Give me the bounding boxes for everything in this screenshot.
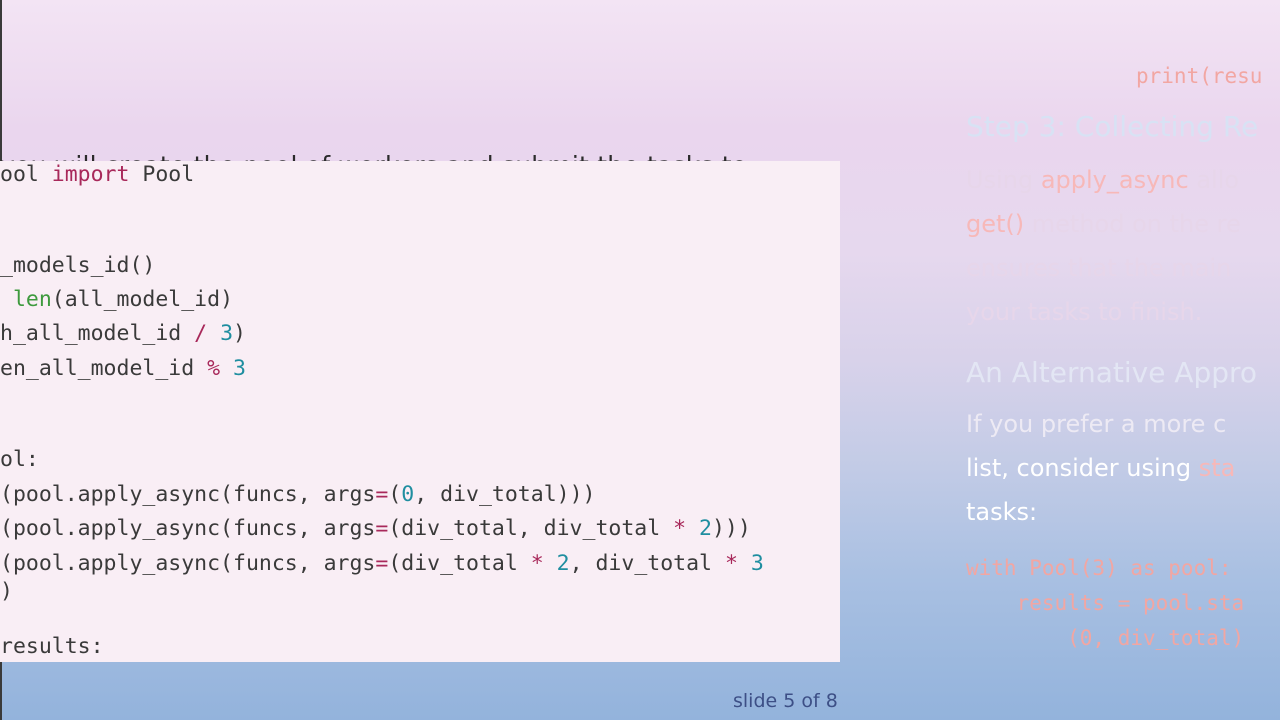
code-token: (div_total — [388, 551, 531, 576]
code-token: ) — [0, 579, 13, 604]
code-number: 2 — [699, 516, 712, 541]
code-number: 2 — [556, 551, 570, 576]
ghost-accent: sta — [1198, 454, 1236, 482]
code-number: 3 — [233, 356, 246, 381]
code-operator: = — [375, 551, 389, 576]
code-line: _models_id() — [0, 250, 155, 282]
ghost-heading-2: An Alternative Appro — [966, 356, 1258, 389]
ghost-text: list, consider using — [966, 454, 1199, 482]
ghost-body-line: ensures that the main — [966, 254, 1232, 282]
code-operator: * — [673, 516, 687, 541]
ghost-body-line: get() method on the re — [966, 210, 1241, 238]
code-token: h_all_model_id — [0, 321, 195, 346]
code-line: ool import Pool — [0, 161, 194, 191]
ghost-heading: Step 3: Collecting Re — [966, 110, 1259, 143]
code-keyword: import — [51, 162, 130, 187]
code-line: en_all_model_id % 3 — [0, 353, 246, 385]
code-token: ool — [0, 162, 52, 187]
code-token: ))) — [711, 516, 751, 541]
ghost-text: allo — [1188, 166, 1240, 194]
ghost-text: Using — [966, 166, 1041, 194]
ghost-body-line: list, consider using sta — [966, 454, 1235, 482]
code-operator: * — [724, 551, 738, 576]
code-operator: = — [375, 482, 389, 507]
code-token: ( — [388, 482, 402, 507]
ghost-accent: apply_async — [1040, 166, 1189, 194]
code-token: results: — [0, 634, 104, 659]
code-token: , div_total))) — [414, 482, 596, 507]
next-slide-preview: print(resu Step 3: Collecting Re Using a… — [966, 0, 1280, 720]
code-builtin: len — [12, 287, 52, 312]
code-number: 3 — [220, 321, 234, 346]
code-line: results: — [0, 631, 104, 662]
code-line: (pool.apply_async(funcs, args=(div_total… — [0, 513, 751, 545]
ghost-body-line: Using apply_async allo — [966, 166, 1239, 194]
ghost-code-line: with Pool(3) as pool: — [966, 556, 1232, 580]
code-token: ol: — [0, 447, 39, 472]
code-line: ol: — [0, 444, 39, 476]
code-token: (div_total, div_total — [388, 516, 674, 541]
ghost-text: method on the re — [1024, 210, 1241, 238]
code-line: h_all_model_id / 3) — [0, 318, 246, 350]
code-token: en_all_model_id — [0, 356, 208, 381]
code-line: len(all_model_id) — [0, 284, 233, 316]
ghost-code-line: results = pool.sta — [966, 591, 1245, 615]
code-number: 3 — [750, 551, 764, 576]
code-line: (pool.apply_async(funcs, args=(0, div_to… — [0, 479, 595, 511]
code-operator: * — [530, 551, 544, 576]
code-token: (all_model_id) — [51, 287, 234, 312]
slide-counter: slide 5 of 8 — [733, 690, 838, 712]
ghost-body-line: your tasks to finish. — [966, 298, 1203, 326]
code-token: ) — [233, 321, 246, 346]
code-line: ) — [0, 576, 13, 608]
code-number: 0 — [401, 482, 415, 507]
code-operator: / — [194, 321, 208, 346]
code-operator: = — [375, 516, 389, 541]
ghost-accent: get() — [966, 210, 1025, 238]
ghost-code-line: (0, div_total) — [966, 626, 1245, 650]
code-block: ool import Pool _models_id() len(all_mod… — [0, 161, 840, 662]
code-token: (pool.apply_async(funcs, args — [0, 516, 376, 541]
code-operator: % — [207, 356, 221, 381]
code-token: (pool.apply_async(funcs, args — [0, 551, 376, 576]
code-token: Pool — [129, 162, 195, 187]
code-token: _models_id() — [0, 253, 156, 278]
ghost-body-line: If you prefer a more c — [966, 410, 1227, 438]
ghost-code-line: print(resu — [1136, 64, 1263, 88]
ghost-body-line: tasks: — [966, 498, 1038, 526]
code-token: , div_total — [569, 551, 725, 576]
code-token: (pool.apply_async(funcs, args — [0, 482, 376, 507]
code-line: (pool.apply_async(funcs, args=(div_total… — [0, 548, 764, 580]
